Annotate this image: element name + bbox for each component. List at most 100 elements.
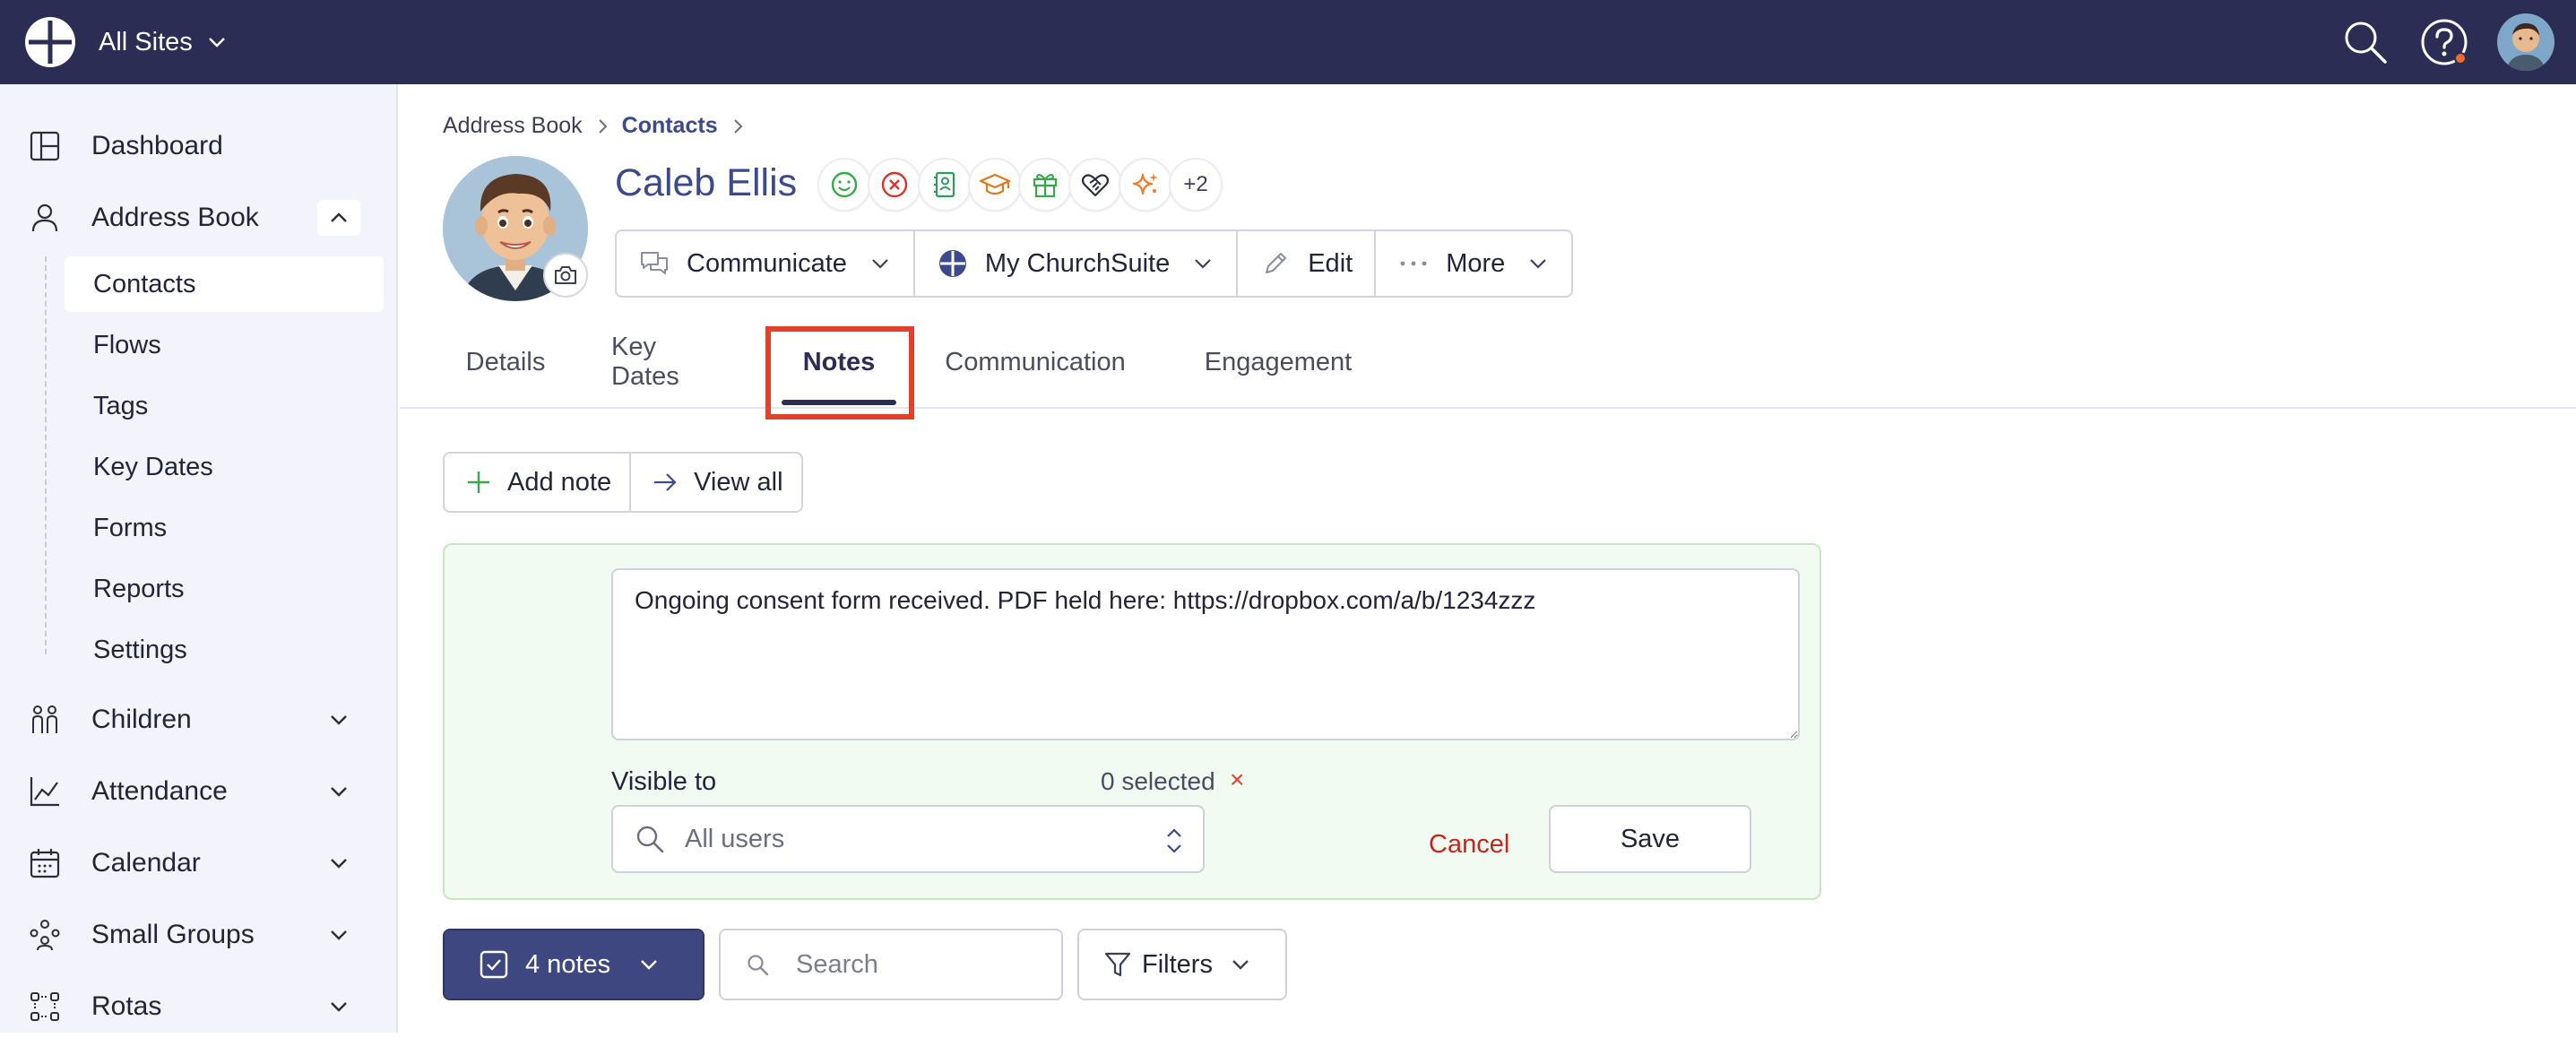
- notification-dot: [2454, 52, 2467, 65]
- calendar-icon: [30, 849, 60, 878]
- more-label: More: [1446, 248, 1506, 278]
- search-icon: [748, 955, 769, 976]
- communicate-label: Communicate: [687, 248, 847, 278]
- sidebar-item-rotas[interactable]: Rotas: [0, 975, 398, 1038]
- sidebar-subitem-reports[interactable]: Reports: [65, 561, 384, 617]
- chevron-down-icon: [872, 259, 888, 269]
- notes-toolbar: Add note View all: [443, 452, 803, 513]
- chevron-down-icon[interactable]: [323, 704, 355, 736]
- user-avatar[interactable]: [2497, 13, 2554, 71]
- sidebar-item-label: Dashboard: [91, 131, 223, 160]
- chevron-down-icon[interactable]: [323, 919, 355, 951]
- churchsuite-logo-icon: [937, 247, 969, 280]
- sidebar-subitem-flows[interactable]: Flows: [65, 317, 384, 373]
- chevron-down-icon: [1530, 259, 1547, 269]
- save-button[interactable]: Save: [1549, 805, 1751, 873]
- group-icon: [30, 920, 60, 951]
- tab-communication[interactable]: Communication: [941, 335, 1129, 389]
- chevron-down-icon[interactable]: [323, 847, 355, 879]
- more-tags-badge[interactable]: +2: [1169, 158, 1223, 212]
- cancel-button[interactable]: Cancel: [1429, 830, 1509, 860]
- contact-tags: +2: [817, 158, 1223, 212]
- my-churchsuite-label: My ChurchSuite: [984, 248, 1171, 278]
- graduation-cap-icon[interactable]: [968, 158, 1022, 212]
- chevron-right-icon: [598, 118, 608, 134]
- chevron-right-icon: [733, 118, 743, 134]
- chevron-up-icon[interactable]: [317, 200, 360, 236]
- churchsuite-logo-icon: [25, 17, 75, 67]
- contact-action-bar: Communicate My ChurchSuite Edit More: [615, 229, 1574, 298]
- pencil-icon: [1259, 247, 1292, 280]
- top-bar: All Sites: [0, 0, 2576, 84]
- notes-search-input[interactable]: [796, 949, 1047, 980]
- clear-selection-icon[interactable]: ×: [1230, 766, 1244, 794]
- rota-icon: [30, 992, 59, 1021]
- add-note-button[interactable]: Add note: [445, 454, 632, 511]
- site-switcher[interactable]: All Sites: [23, 14, 229, 70]
- sidebar-subitem-contacts[interactable]: Contacts: [65, 256, 384, 312]
- children-icon: [32, 705, 57, 733]
- communicate-button[interactable]: Communicate: [617, 231, 915, 296]
- breadcrumb: Address Book Contacts: [443, 113, 757, 139]
- sidebar-item-attendance[interactable]: Attendance: [0, 760, 398, 823]
- view-all-button[interactable]: View all: [631, 454, 800, 511]
- person-icon: [31, 203, 58, 232]
- sidebar-item-small-groups[interactable]: Small Groups: [0, 904, 398, 966]
- dashboard-icon: [30, 131, 60, 161]
- chevron-down-icon[interactable]: [323, 775, 355, 808]
- help-icon[interactable]: [2418, 16, 2470, 68]
- smile-icon[interactable]: [817, 158, 871, 212]
- tab-engagement[interactable]: Engagement: [1203, 335, 1353, 389]
- breadcrumb-address-book[interactable]: Address Book: [443, 113, 583, 139]
- submenu-guide-line: [45, 256, 47, 654]
- visible-to-label: Visible to: [611, 767, 717, 796]
- sidebar-item-dashboard[interactable]: Dashboard: [0, 115, 398, 177]
- tab-key-dates[interactable]: Key Dates: [611, 333, 730, 391]
- contact-name: Caleb Ellis: [615, 161, 798, 204]
- filters-label: Filters: [1142, 949, 1213, 979]
- notes-list-controls: 4 notes Filters: [443, 929, 1287, 1000]
- sparkles-icon[interactable]: [1119, 158, 1172, 212]
- edit-button[interactable]: Edit: [1238, 231, 1377, 296]
- sidebar-item-label: Children: [91, 705, 192, 734]
- contact-card-icon[interactable]: [918, 158, 972, 212]
- visible-to-value: All users: [685, 824, 785, 853]
- selected-count: 0 selected: [1101, 767, 1215, 795]
- chevron-down-icon: [208, 38, 225, 48]
- plus-icon: [468, 471, 489, 493]
- note-text-area[interactable]: Ongoing consent form received. PDF held …: [611, 568, 1800, 740]
- camera-icon[interactable]: [543, 253, 588, 298]
- more-button[interactable]: More: [1376, 231, 1571, 296]
- sidebar-subitem-key-dates[interactable]: Key Dates: [65, 439, 384, 495]
- tab-details[interactable]: Details: [464, 335, 547, 389]
- sidebar-item-label: Attendance: [91, 776, 228, 806]
- sidebar-item-calendar[interactable]: Calendar: [0, 832, 398, 895]
- filters-button[interactable]: Filters: [1077, 929, 1287, 1000]
- search-icon[interactable]: [2339, 16, 2391, 68]
- site-name: All Sites: [99, 27, 193, 56]
- sidebar-subitem-settings[interactable]: Settings: [65, 622, 384, 678]
- edit-label: Edit: [1308, 248, 1353, 278]
- add-note-label: Add note: [507, 467, 612, 497]
- contact-tabs: Details Key Dates Notes Communication En…: [400, 317, 2576, 409]
- notes-search: [719, 929, 1063, 1000]
- cross-circle-icon[interactable]: [868, 158, 921, 212]
- sidebar-item-label: Calendar: [91, 848, 201, 878]
- sidebar: Dashboard Address Book Contacts Flows Ta…: [0, 84, 398, 1033]
- handshake-heart-icon[interactable]: [1068, 158, 1122, 212]
- sidebar-item-children[interactable]: Children: [0, 688, 398, 751]
- visible-to-select[interactable]: All users: [611, 805, 1205, 873]
- chevron-down-icon[interactable]: [323, 990, 355, 1023]
- sort-updown-icon: [1167, 828, 1181, 853]
- search-icon: [636, 826, 664, 853]
- notes-count-label: 4 notes: [525, 949, 611, 979]
- notes-count-button[interactable]: 4 notes: [443, 929, 705, 1000]
- breadcrumb-contacts[interactable]: Contacts: [622, 113, 718, 139]
- gift-icon[interactable]: [1018, 158, 1072, 212]
- sidebar-item-address-book[interactable]: Address Book: [0, 186, 398, 249]
- sidebar-item-label: Small Groups: [91, 920, 255, 949]
- chat-bubbles-icon: [638, 247, 670, 280]
- sidebar-subitem-forms[interactable]: Forms: [65, 500, 384, 556]
- sidebar-subitem-tags[interactable]: Tags: [65, 378, 384, 434]
- my-churchsuite-button[interactable]: My ChurchSuite: [915, 231, 1239, 296]
